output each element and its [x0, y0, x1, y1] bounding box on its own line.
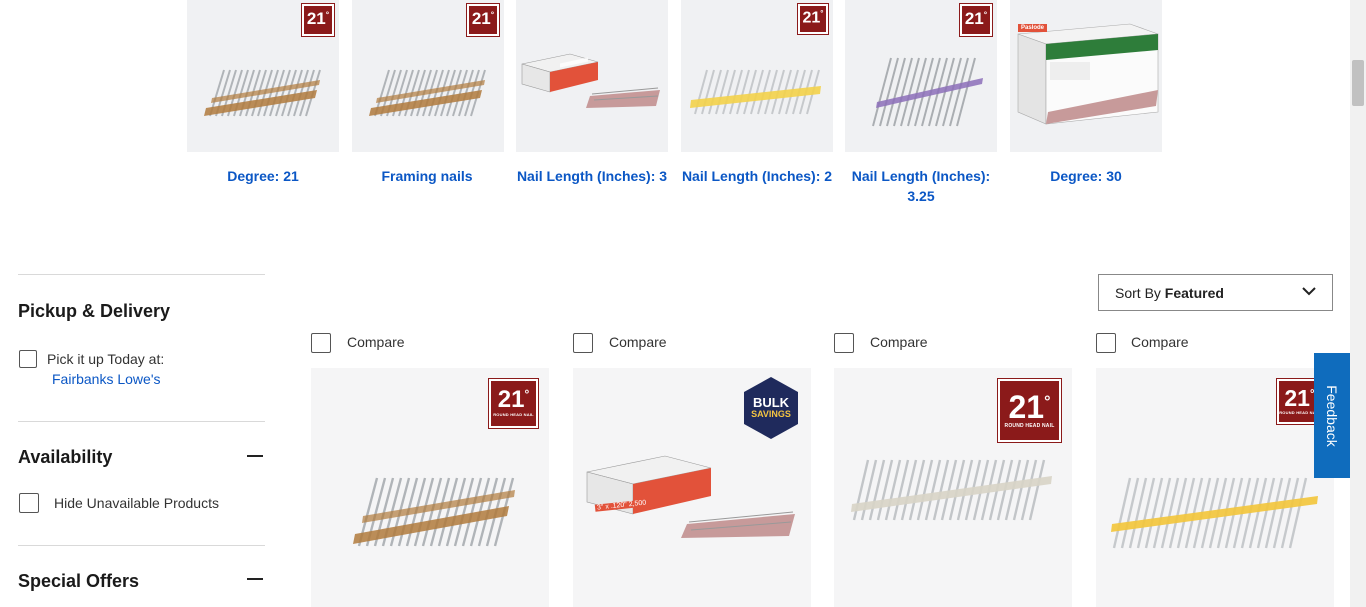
- category-tile-degree-30[interactable]: Paslode: [1010, 0, 1162, 152]
- degree-badge: 21°: [798, 4, 828, 34]
- feedback-tab[interactable]: Feedback: [1314, 353, 1350, 478]
- degree-badge: 21°: [467, 4, 499, 36]
- category-label-degree-30[interactable]: Degree: 30: [1006, 166, 1166, 186]
- bulk-text: BULK: [752, 395, 790, 410]
- compare-checkbox[interactable]: [834, 333, 854, 353]
- store-link[interactable]: Fairbanks Lowe's: [52, 371, 161, 387]
- compare-checkbox[interactable]: [311, 333, 331, 353]
- nail-box-image: [521, 53, 660, 108]
- divider: [18, 421, 265, 422]
- category-label-nail-length-3[interactable]: Nail Length (Inches): 3: [512, 166, 672, 186]
- scrollbar-thumb[interactable]: [1352, 60, 1364, 106]
- category-label-nail-length-2[interactable]: Nail Length (Inches): 2: [677, 166, 837, 186]
- compare-label: Compare: [870, 334, 928, 350]
- pickup-today-checkbox[interactable]: [19, 350, 37, 368]
- nail-strip-image: [204, 69, 321, 117]
- nail-strip-image: [690, 69, 821, 115]
- category-label-degree-21[interactable]: Degree: 21: [183, 166, 343, 186]
- hide-unavailable-checkbox[interactable]: [19, 493, 39, 513]
- compare-checkbox[interactable]: [1096, 333, 1116, 353]
- degree-badge: 21° ROUND HEAD NAIL: [998, 379, 1061, 442]
- nail-strip-image: [369, 69, 486, 117]
- nail-box-image: [1017, 23, 1159, 125]
- collapse-special-offers-icon[interactable]: [247, 578, 263, 580]
- feedback-label: Feedback: [1324, 384, 1340, 447]
- nail-strip-image: [353, 477, 515, 547]
- compare-label: Compare: [347, 334, 405, 350]
- degree-badge: 21°: [960, 4, 992, 36]
- product-card[interactable]: 21° ROUND HEAD NAIL: [311, 368, 549, 607]
- nail-strip-image: [851, 459, 1052, 521]
- degree-badge: 21° ROUND HEAD NAIL: [489, 379, 538, 428]
- pickup-delivery-heading: Pickup & Delivery: [18, 301, 171, 321]
- category-label-nail-length-325[interactable]: Nail Length (Inches): 3.25: [841, 166, 1001, 206]
- category-label-framing-nails[interactable]: Framing nails: [347, 166, 507, 186]
- nail-strip-image: [872, 57, 983, 127]
- pickup-today-label: Pick it up Today at:: [47, 351, 165, 367]
- sort-label: Sort By Featured: [1115, 285, 1224, 301]
- brand-logo: Paslode: [1018, 24, 1048, 32]
- special-offers-heading[interactable]: Special Offers: [18, 571, 139, 592]
- product-card[interactable]: 21° ROUND HEAD NAIL: [1096, 368, 1334, 607]
- sort-value: Featured: [1164, 285, 1224, 301]
- compare-label: Compare: [1131, 334, 1189, 350]
- category-tile-framing-nails[interactable]: 21°: [352, 0, 504, 152]
- divider: [18, 274, 265, 275]
- compare-label: Compare: [609, 334, 667, 350]
- compare-checkbox[interactable]: [573, 333, 593, 353]
- nail-strip-image: [1111, 477, 1318, 549]
- chevron-down-icon: [1302, 287, 1316, 296]
- savings-text: SAVINGS: [751, 409, 791, 419]
- degree-badge: 21°: [302, 4, 334, 36]
- nail-box-image: [586, 455, 795, 538]
- product-card[interactable]: BULK SAVINGS 3" x .120" 2,500: [573, 368, 811, 607]
- collapse-availability-icon[interactable]: [247, 455, 263, 457]
- availability-heading[interactable]: Availability: [18, 447, 112, 468]
- product-card[interactable]: 21° ROUND HEAD NAIL: [834, 368, 1072, 607]
- category-tile-nail-length-3[interactable]: [516, 0, 668, 152]
- sort-dropdown[interactable]: Sort By Featured: [1098, 274, 1333, 311]
- bulk-savings-badge: BULK SAVINGS: [744, 377, 798, 439]
- divider: [18, 545, 265, 546]
- category-tile-nail-length-2[interactable]: 21°: [681, 0, 833, 152]
- hide-unavailable-label: Hide Unavailable Products: [54, 495, 219, 511]
- category-tile-nail-length-325[interactable]: 21°: [845, 0, 997, 152]
- category-tile-degree-21[interactable]: 21°: [187, 0, 339, 152]
